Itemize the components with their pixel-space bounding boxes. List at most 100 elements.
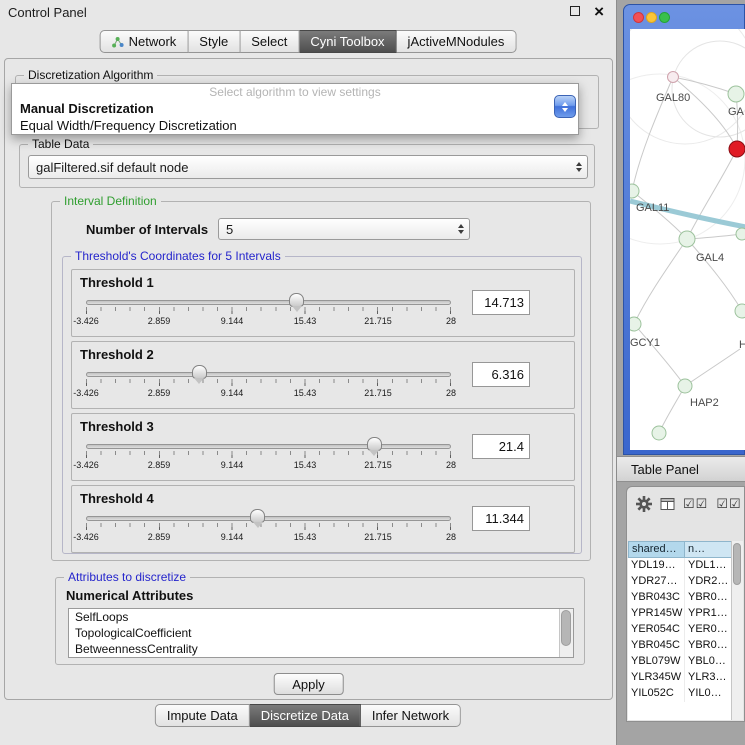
selected-node[interactable] xyxy=(729,141,745,157)
tab-jactivemnodules[interactable]: jActiveMNodules xyxy=(397,30,517,53)
table-row[interactable]: YBL079W YBL0… xyxy=(628,654,732,670)
algorithm-combo-button[interactable] xyxy=(554,95,576,118)
close-traffic-light[interactable] xyxy=(633,12,644,23)
thresholds-group: Threshold's Coordinates for 5 Intervals … xyxy=(62,256,582,554)
threshold-panel-2: Threshold 2 -3.426 2.859 9.144 15.43 xyxy=(71,341,575,409)
tab-discretize-data[interactable]: Discretize Data xyxy=(250,704,361,727)
threshold-label: Threshold 3 xyxy=(80,419,154,434)
attributes-scrollbar[interactable] xyxy=(559,609,573,657)
tab-network[interactable]: Network xyxy=(100,30,189,53)
network-nodes[interactable] xyxy=(630,72,745,441)
node[interactable] xyxy=(630,184,639,198)
group-title: Threshold's Coordinates for 5 Intervals xyxy=(71,249,285,263)
select-all-checkboxes-icon[interactable]: ☑☑ xyxy=(716,496,741,512)
network-view-window[interactable]: GAL80 GA GAL11 GAL4 GCY1 H HAP2 xyxy=(623,4,745,455)
slider-thumb[interactable] xyxy=(192,365,207,379)
float-window-icon[interactable] xyxy=(570,6,580,16)
table-row[interactable]: YLR345W YLR3… xyxy=(628,670,732,686)
desktop: Control Panel × Network Style Select xyxy=(0,0,745,745)
list-item[interactable]: SelfLoops xyxy=(69,609,573,625)
scrollbar-thumb[interactable] xyxy=(733,543,741,585)
table-row[interactable]: YBR045C YBR0… xyxy=(628,638,732,654)
threshold-slider[interactable]: -3.426 2.859 9.144 15.43 21.715 28 xyxy=(86,366,451,402)
slider-thumb[interactable] xyxy=(367,437,382,451)
algorithm-option-manual[interactable]: Manual Discretization xyxy=(12,100,578,117)
tab-select[interactable]: Select xyxy=(240,30,299,53)
table-row[interactable]: YIL052C YIL0… xyxy=(628,686,732,702)
threshold-value-input[interactable] xyxy=(472,434,530,459)
table-row[interactable]: YBR043C YBR0… xyxy=(628,590,732,606)
apply-button[interactable]: Apply xyxy=(273,673,344,695)
node[interactable] xyxy=(728,86,744,102)
slider-minor-ticks xyxy=(86,307,451,311)
minimize-traffic-light[interactable] xyxy=(646,12,657,23)
table-data-combo[interactable]: galFiltered.sif default node xyxy=(28,155,588,179)
network-icon xyxy=(112,36,124,48)
threshold-slider[interactable]: -3.426 2.859 9.144 15.43 21.715 28 xyxy=(86,510,451,546)
slider-thumb[interactable] xyxy=(289,293,304,307)
node[interactable] xyxy=(630,317,641,331)
tab-label: Infer Network xyxy=(372,708,449,723)
threshold-label: Threshold 2 xyxy=(80,347,154,362)
tab-infer-network[interactable]: Infer Network xyxy=(361,704,461,727)
node[interactable] xyxy=(678,379,692,393)
table-body: YDL19… YDL1… YDR27… YDR2… YBR043C YBR0… … xyxy=(628,558,732,720)
combo-value: 5 xyxy=(226,222,233,237)
column-header-name[interactable]: n… xyxy=(685,541,732,558)
close-icon[interactable]: × xyxy=(594,1,604,23)
algorithm-option-equal-width[interactable]: Equal Width/Frequency Discretization xyxy=(12,117,578,134)
slider-track[interactable] xyxy=(86,516,451,521)
threshold-slider[interactable]: -3.426 2.859 9.144 15.43 21.715 28 xyxy=(86,294,451,330)
slider-thumb[interactable] xyxy=(250,509,265,523)
node[interactable] xyxy=(668,72,679,83)
arrow-down-icon xyxy=(562,108,568,112)
node[interactable] xyxy=(679,231,695,247)
threshold-value-input[interactable] xyxy=(472,506,530,531)
table-row[interactable]: YER054C YER0… xyxy=(628,622,732,638)
column-header-shared-name[interactable]: shared… xyxy=(628,541,685,558)
table-panel-titlebar[interactable]: Table Panel xyxy=(617,456,745,482)
slider-track[interactable] xyxy=(86,372,451,377)
slider-track[interactable] xyxy=(86,300,451,305)
arrow-up-icon xyxy=(562,102,568,106)
network-canvas[interactable]: GAL80 GA GAL11 GAL4 GCY1 H HAP2 xyxy=(630,29,745,450)
select-all-checkboxes-icon[interactable]: ☑☑ xyxy=(683,496,708,512)
tab-cyni-toolbox[interactable]: Cyni Toolbox xyxy=(299,30,396,53)
slider-scale-labels: -3.426 2.859 9.144 15.43 21.715 28 xyxy=(86,388,451,400)
tab-label: Impute Data xyxy=(167,708,238,723)
scrollbar-thumb[interactable] xyxy=(561,610,571,646)
number-of-intervals-combo[interactable]: 5 xyxy=(218,218,470,240)
cyni-mode-tabs: Impute Data Discretize Data Infer Networ… xyxy=(155,704,461,727)
threshold-value-input[interactable] xyxy=(472,362,530,387)
threshold-label: Threshold 1 xyxy=(80,275,154,290)
tab-label: Network xyxy=(129,34,177,49)
list-item[interactable]: BetweennessCentrality xyxy=(69,641,573,657)
node[interactable] xyxy=(652,426,666,440)
table-scrollbar[interactable] xyxy=(731,541,743,720)
control-panel-titlebar[interactable]: Control Panel × xyxy=(0,0,616,24)
node[interactable] xyxy=(736,228,745,240)
table-header-row: shared… n… xyxy=(628,541,732,558)
tab-label: Style xyxy=(199,34,228,49)
node[interactable] xyxy=(735,304,745,318)
window-title: Control Panel xyxy=(8,5,87,20)
table-row[interactable]: YDR27… YDR2… xyxy=(628,574,732,590)
combo-arrows-icon xyxy=(576,162,582,172)
gear-icon[interactable] xyxy=(636,496,652,512)
zoom-traffic-light[interactable] xyxy=(659,12,670,23)
threshold-panel-3: Threshold 3 -3.426 2.859 9.144 15.43 xyxy=(71,413,575,481)
table-toolbar: ☑☑ ☑☑ xyxy=(627,487,744,521)
threshold-value-input[interactable] xyxy=(472,290,530,315)
table-row[interactable]: YDL19… YDL1… xyxy=(628,558,732,574)
threshold-slider[interactable]: -3.426 2.859 9.144 15.43 21.715 28 xyxy=(86,438,451,474)
list-item[interactable]: TopologicalCoefficient xyxy=(69,625,573,641)
tab-label: Select xyxy=(251,34,287,49)
network-graph[interactable]: GAL80 GA GAL11 GAL4 GCY1 H HAP2 xyxy=(630,29,745,450)
columns-icon[interactable] xyxy=(660,497,675,511)
slider-track[interactable] xyxy=(86,444,451,449)
tab-style[interactable]: Style xyxy=(188,30,240,53)
table-row[interactable]: YPR145W YPR1… xyxy=(628,606,732,622)
attributes-list[interactable]: SelfLoops TopologicalCoefficient Between… xyxy=(68,608,574,658)
tab-impute-data[interactable]: Impute Data xyxy=(155,704,250,727)
number-of-intervals-label: Number of Intervals xyxy=(86,222,208,237)
